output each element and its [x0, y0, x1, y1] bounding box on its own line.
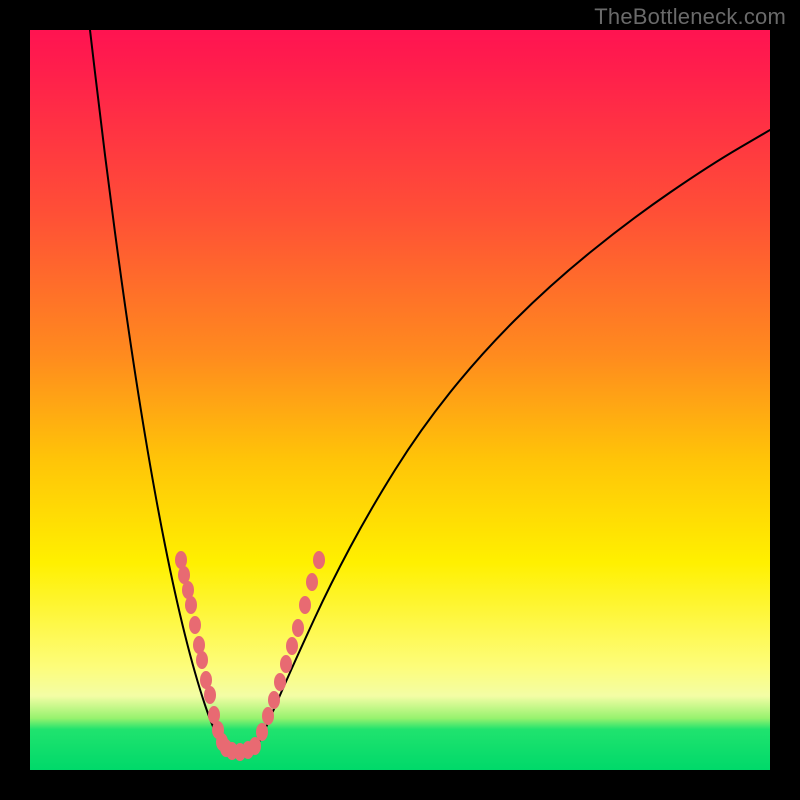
highlight-marker [262, 707, 274, 725]
highlight-marker [292, 619, 304, 637]
curves-layer [30, 30, 770, 770]
highlight-marker [204, 686, 216, 704]
highlight-marker [256, 723, 268, 741]
highlight-marker [299, 596, 311, 614]
highlight-markers-group [175, 551, 325, 761]
curve-left-branch [90, 30, 225, 750]
highlight-marker [280, 655, 292, 673]
highlight-marker [185, 596, 197, 614]
highlight-marker [268, 691, 280, 709]
highlight-marker [306, 573, 318, 591]
plot-area [30, 30, 770, 770]
curve-right-branch [255, 130, 770, 750]
highlight-marker [274, 673, 286, 691]
highlight-marker [196, 651, 208, 669]
highlight-marker [286, 637, 298, 655]
highlight-marker [313, 551, 325, 569]
highlight-marker [189, 616, 201, 634]
watermark-text: TheBottleneck.com [594, 4, 786, 30]
chart-frame: TheBottleneck.com [0, 0, 800, 800]
